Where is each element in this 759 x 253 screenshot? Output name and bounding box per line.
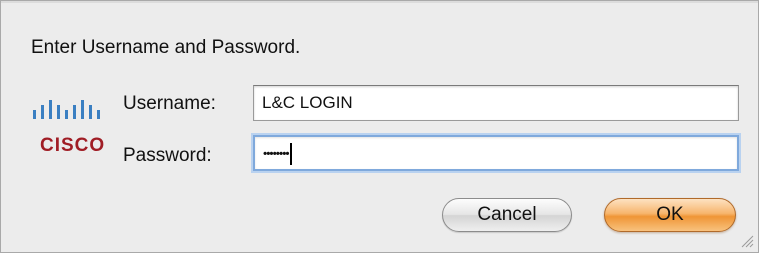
cisco-wordmark: CISCO: [40, 135, 106, 156]
text-caret: [289, 142, 292, 165]
login-dialog: Enter Username and Password. CISCO Usern…: [0, 0, 759, 253]
ok-button[interactable]: OK: [604, 198, 736, 232]
username-value: L&C LOGIN: [262, 93, 353, 112]
cisco-bars-icon: [33, 100, 100, 119]
password-field[interactable]: ••••••••: [253, 135, 739, 171]
cisco-logo: CISCO: [31, 93, 111, 156]
password-masked-value: ••••••••: [263, 146, 290, 161]
cancel-button[interactable]: Cancel: [442, 198, 572, 232]
username-label: Username:: [123, 93, 216, 114]
resize-grip-icon[interactable]: [738, 232, 754, 248]
username-field[interactable]: L&C LOGIN: [253, 85, 739, 121]
password-label: Password:: [123, 145, 212, 166]
dialog-prompt: Enter Username and Password.: [31, 37, 301, 58]
